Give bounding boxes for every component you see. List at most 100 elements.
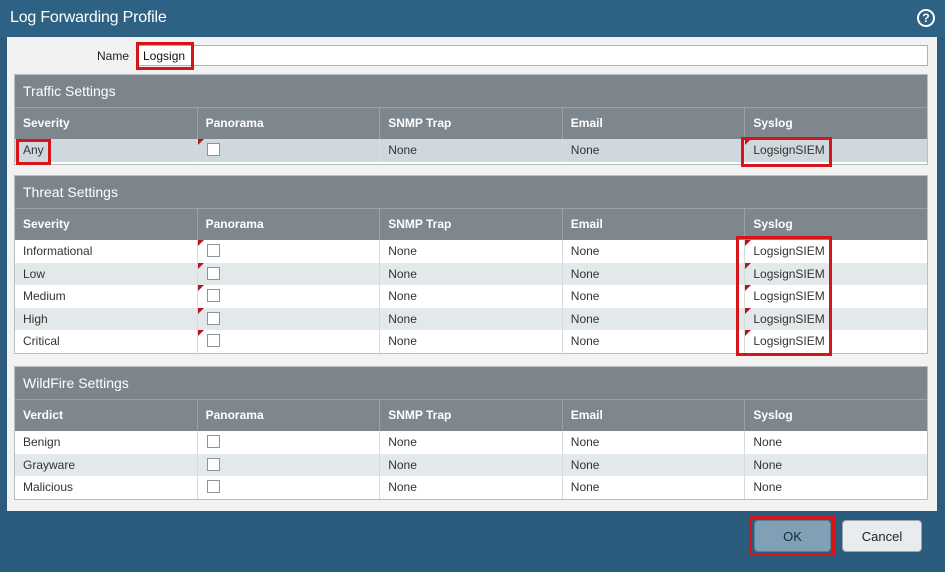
syslog-value: LogsignSIEM (753, 143, 825, 157)
cell-snmp-trap[interactable]: None (380, 431, 563, 454)
syslog-value: LogsignSIEM (753, 334, 825, 348)
table-row[interactable]: Malicious None None None (15, 476, 927, 499)
cell-snmp-trap[interactable]: None (380, 330, 563, 353)
column-header-row: Verdict Panorama SNMP Trap Email Syslog (15, 399, 927, 431)
modified-flag-icon (745, 330, 752, 336)
section-title: Threat Settings (15, 176, 927, 208)
column-header-syslog[interactable]: Syslog (745, 108, 927, 139)
table-row[interactable]: Critical None None LogsignSIEM (15, 330, 927, 353)
table-row[interactable]: Medium None None LogsignSIEM (15, 285, 927, 308)
cell-snmp-trap[interactable]: None (380, 285, 563, 308)
column-header-verdict[interactable]: Verdict (15, 400, 198, 431)
cancel-button[interactable]: Cancel (842, 520, 922, 552)
cell-syslog[interactable]: LogsignSIEM (745, 330, 927, 353)
column-header-snmp-trap[interactable]: SNMP Trap (380, 400, 563, 431)
cell-key: Medium (15, 285, 198, 308)
modified-flag-icon (197, 307, 204, 314)
cell-syslog[interactable]: LogsignSIEM (745, 240, 927, 263)
panorama-checkbox[interactable] (206, 311, 220, 325)
cell-panorama (197, 262, 381, 285)
cell-syslog[interactable]: None (745, 454, 927, 477)
cell-email[interactable]: None (563, 476, 746, 499)
modified-flag-icon (745, 285, 752, 291)
modified-flag-icon (197, 240, 204, 246)
cell-syslog[interactable]: None (745, 431, 927, 454)
cell-panorama (197, 139, 381, 162)
column-header-panorama[interactable]: Panorama (198, 108, 381, 139)
cell-email[interactable]: None (563, 453, 746, 476)
table-row[interactable]: Benign None None None (15, 431, 927, 454)
modified-flag-icon (197, 285, 204, 291)
dialog-titlebar: Log Forwarding Profile ? (0, 0, 945, 37)
cell-email[interactable]: None (563, 330, 746, 353)
traffic-settings-section: Traffic Settings Severity Panorama SNMP … (14, 74, 928, 165)
modified-flag-icon (745, 262, 752, 269)
cell-syslog[interactable]: LogsignSIEM (745, 139, 927, 162)
cell-snmp-trap[interactable]: None (380, 262, 563, 285)
cell-syslog[interactable]: None (745, 476, 927, 499)
panorama-checkbox[interactable] (206, 244, 220, 257)
column-header-email[interactable]: Email (563, 108, 746, 139)
column-header-email[interactable]: Email (563, 400, 746, 431)
cell-email[interactable]: None (563, 139, 746, 162)
cell-key: Low (15, 262, 198, 285)
cell-syslog[interactable]: LogsignSIEM (745, 285, 927, 308)
cell-panorama (197, 285, 381, 308)
panorama-checkbox[interactable] (206, 289, 220, 302)
modified-flag-icon (197, 262, 204, 269)
syslog-value: LogsignSIEM (753, 311, 825, 326)
modified-flag-icon (745, 307, 752, 314)
cell-email[interactable]: None (563, 307, 746, 330)
cell-key: High (15, 307, 198, 330)
cell-snmp-trap[interactable]: None (380, 453, 563, 476)
cell-email[interactable]: None (563, 431, 746, 454)
help-icon[interactable]: ? (917, 9, 935, 27)
column-header-syslog[interactable]: Syslog (745, 209, 927, 240)
table-row[interactable]: Informational None None LogsignSIEM (15, 240, 927, 263)
table-row[interactable]: Any None None LogsignSIEM (15, 139, 927, 162)
cell-panorama (197, 330, 381, 353)
cell-key: Informational (15, 240, 198, 263)
cell-snmp-trap[interactable]: None (380, 139, 563, 162)
cell-snmp-trap[interactable]: None (380, 240, 563, 263)
column-header-panorama[interactable]: Panorama (198, 400, 381, 431)
column-header-severity[interactable]: Severity (15, 209, 198, 240)
cell-syslog[interactable]: LogsignSIEM (745, 307, 927, 331)
modified-flag-icon (197, 330, 204, 336)
wildfire-settings-section: WildFire Settings Verdict Panorama SNMP … (14, 366, 928, 500)
panorama-checkbox[interactable] (206, 480, 220, 493)
cell-email[interactable]: None (563, 240, 746, 263)
column-header-snmp-trap[interactable]: SNMP Trap (380, 108, 563, 139)
cell-syslog[interactable]: LogsignSIEM (745, 262, 927, 286)
panorama-checkbox[interactable] (206, 143, 220, 156)
panorama-checkbox[interactable] (206, 435, 220, 448)
column-header-panorama[interactable]: Panorama (198, 209, 381, 240)
panorama-checkbox[interactable] (206, 457, 220, 471)
cell-email[interactable]: None (563, 285, 746, 308)
name-input[interactable] (136, 45, 928, 66)
cell-key: Grayware (15, 453, 198, 476)
cell-snmp-trap[interactable]: None (380, 476, 563, 499)
table-row[interactable]: Low None None LogsignSIEM (15, 262, 927, 286)
cell-email[interactable]: None (563, 262, 746, 285)
table-row[interactable]: High None None LogsignSIEM (15, 307, 927, 331)
syslog-value: None (753, 435, 783, 449)
panorama-checkbox[interactable] (206, 266, 220, 280)
syslog-value: None (753, 457, 783, 472)
name-row: Name (7, 43, 937, 69)
modified-flag-icon (745, 240, 752, 246)
ok-button[interactable]: OK (754, 520, 831, 552)
column-header-syslog[interactable]: Syslog (745, 400, 927, 431)
column-header-email[interactable]: Email (563, 209, 746, 240)
cell-snmp-trap[interactable]: None (380, 307, 563, 330)
column-header-snmp-trap[interactable]: SNMP Trap (380, 209, 563, 240)
column-header-severity[interactable]: Severity (15, 108, 198, 139)
cell-key: Critical (15, 330, 198, 353)
cell-key: Benign (15, 431, 198, 454)
cell-key: Any (15, 139, 198, 162)
syslog-value: LogsignSIEM (753, 266, 825, 281)
panorama-checkbox[interactable] (206, 334, 220, 347)
syslog-value: LogsignSIEM (753, 289, 825, 303)
modified-flag-icon (197, 139, 204, 145)
table-row[interactable]: Grayware None None None (15, 453, 927, 477)
